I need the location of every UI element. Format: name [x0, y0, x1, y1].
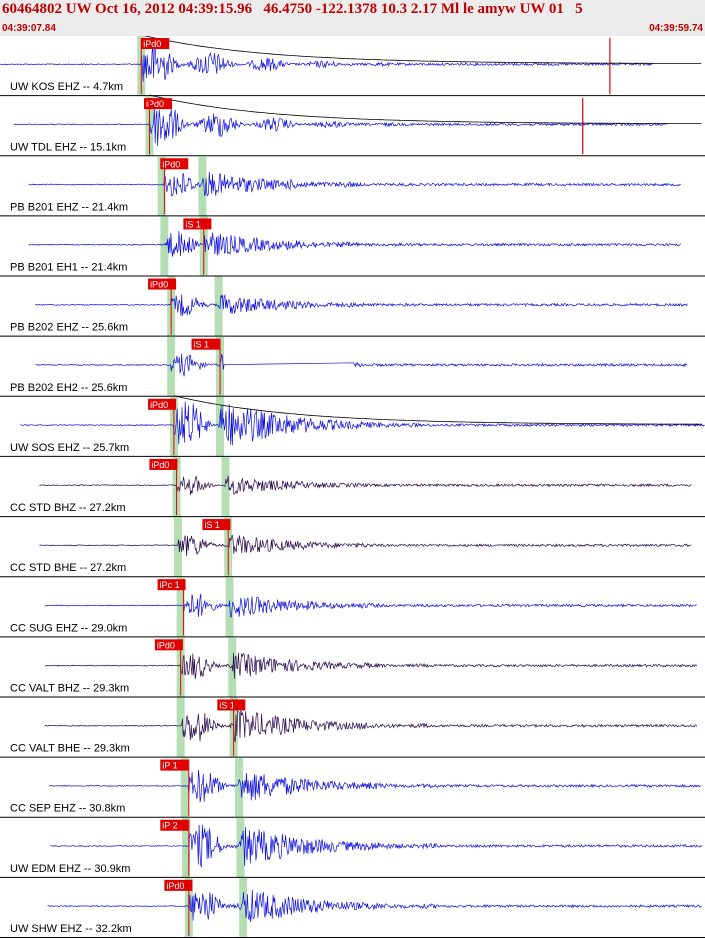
trace-row: iS 1 CC VALT BHE -- 29.3km	[0, 697, 705, 758]
trace-row: iPd0 UW KOS EHZ -- 4.7km	[0, 36, 705, 97]
p-phase-band	[176, 697, 185, 758]
trace-row: iS 1 PB B202 EH2 -- 25.6km	[0, 336, 705, 397]
pick-label: iPd0	[166, 881, 184, 891]
waveform-trace	[44, 652, 698, 680]
trace-row: iPd0 PB B201 EHZ -- 21.4km	[0, 156, 705, 217]
station-label: PB B202 EH2 -- 25.6km	[10, 382, 127, 394]
pick-label: iP 2	[162, 821, 177, 831]
seismogram-viewer: 60464802 UW Oct 16, 2012 04:39:15.96 46.…	[0, 0, 705, 938]
station-label: CC STD BHE -- 27.2km	[10, 562, 126, 574]
trace-row: iP 2 UW EDM EHZ -- 30.9km	[0, 817, 705, 878]
station-label: UW SHW EHZ -- 32.2km	[10, 923, 132, 935]
trace-row: iPd0 UW SOS EHZ -- 25.7km	[0, 395, 705, 457]
station-label: PB B201 EHZ -- 21.4km	[10, 201, 128, 213]
trace-row: iPd0 CC STD BHZ -- 27.2km	[0, 456, 705, 518]
waveform-trace	[13, 106, 667, 146]
station-label: PB B202 EHZ -- 25.6km	[10, 322, 128, 334]
pick-label: iS 1	[194, 340, 210, 350]
waveform-trace	[39, 534, 692, 557]
waveform-trace	[35, 293, 688, 317]
station-label: CC VALT BHE -- 29.3km	[10, 743, 130, 755]
waveform-trace	[47, 889, 703, 923]
station-label: UW EDM EHZ -- 30.9km	[10, 863, 130, 875]
trace-row: iPd0 CC VALT BHZ -- 29.3km	[0, 637, 705, 698]
pick-label: iS 1	[219, 700, 235, 710]
coda-curve	[149, 94, 702, 124]
waveform-trace	[28, 231, 681, 257]
trace-row: iS 1 PB B201 EH1 -- 21.4km	[0, 216, 705, 277]
pick-label: iPd0	[162, 159, 180, 169]
pick-label: iPd0	[143, 39, 161, 49]
waveform-trace	[44, 709, 698, 743]
coda-curve	[144, 36, 702, 64]
station-label: UW TDL EHZ -- 15.1km	[10, 141, 126, 153]
trace-row: iPd0 UW SHW EHZ -- 32.2km	[0, 877, 705, 938]
station-label: UW SOS EHZ -- 25.7km	[10, 442, 129, 454]
pick-label: iS 1	[185, 219, 201, 229]
pick-label: iP 1	[162, 761, 177, 771]
s-phase-band	[239, 877, 248, 938]
pick-label: iPc 1	[160, 580, 180, 590]
s-phase-band	[221, 456, 230, 518]
header-bar: 60464802 UW Oct 16, 2012 04:39:15.96 46.…	[0, 0, 705, 36]
pick-label: iPd0	[157, 640, 175, 650]
trace-row: iPd0 UW TDL EHZ -- 15.1km	[0, 94, 705, 157]
waveform-trace	[28, 171, 681, 197]
pick-label: iPd0	[150, 280, 168, 290]
station-label: UW KOS EHZ -- 4.7km	[10, 81, 123, 93]
pick-label: iPd0	[146, 99, 164, 109]
waveform-trace	[44, 593, 697, 618]
trace-row: iS 1 CC STD BHE -- 27.2km	[0, 517, 705, 578]
seismogram-plot: iPd0 UW KOS EHZ -- 4.7km iPd0 UW TDL EHZ --…	[0, 36, 705, 938]
station-label: CC SUG EHZ -- 29.0km	[10, 622, 127, 634]
event-title: 60464802 UW Oct 16, 2012 04:39:15.96 46.…	[2, 1, 583, 17]
start-time: 04:39:07.84	[2, 23, 56, 34]
p-phase-band	[160, 216, 169, 277]
pick-label: iPd0	[151, 460, 169, 470]
station-label: PB B201 EH1 -- 21.4km	[10, 262, 127, 274]
station-label: CC VALT BHZ -- 29.3km	[10, 682, 129, 694]
waveform-trace	[50, 824, 703, 869]
waveform-trace	[35, 353, 688, 377]
waveform-trace	[39, 475, 692, 495]
s-phase-band	[216, 396, 225, 457]
pick-label: iS 1	[204, 520, 220, 530]
trace-row: iPd0 PB B202 EHZ -- 25.6km	[0, 276, 705, 337]
trace-row: iP 1 CC SEP EHZ -- 30.8km	[0, 757, 705, 818]
trace-row: iPc 1 CC SUG EHZ -- 29.0km	[0, 577, 705, 638]
coda-curve	[173, 395, 702, 425]
waveform-trace	[48, 769, 701, 803]
end-time: 04:39:59.74	[649, 23, 703, 34]
station-label: CC STD BHZ -- 27.2km	[10, 502, 126, 514]
p-phase-band	[167, 336, 176, 397]
s-phase-band	[236, 817, 245, 878]
waveform-trace	[0, 40, 653, 82]
pick-label: iPd0	[150, 400, 168, 410]
station-label: CC SEP EHZ -- 30.8km	[10, 803, 125, 815]
